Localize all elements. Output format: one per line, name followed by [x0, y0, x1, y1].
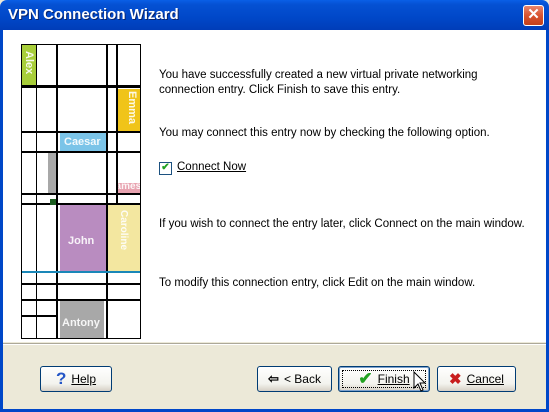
connect-option-text: You may connect this entry now by checki… [159, 127, 490, 139]
modify-text: To modify this connection entry, click E… [159, 277, 476, 289]
back-arrow-icon: ⇦ [268, 371, 279, 386]
art-line [22, 299, 140, 301]
art-line [36, 45, 37, 338]
connect-now-label[interactable]: Connect Now [177, 160, 246, 175]
art-line [22, 131, 140, 133]
art-line [22, 315, 58, 317]
art-block-dark [50, 199, 56, 205]
art-line [22, 85, 140, 88]
art-line [22, 151, 140, 153]
art-label-james: James [110, 181, 141, 192]
help-button[interactable]: ? Help [40, 366, 112, 392]
back-label: < Back [283, 372, 321, 386]
art-label-caroline: Caroline [118, 210, 129, 251]
title-bar[interactable]: VPN Connection Wizard ✕ [0, 0, 549, 30]
vpn-wizard-window: VPN Connection Wizard ✕ Alex Emma Caesar… [0, 0, 549, 412]
connect-later-text: If you wish to connect the entry later, … [159, 218, 525, 230]
art-line [106, 45, 108, 338]
cancel-label: Cancel [466, 372, 504, 386]
art-label-antony: Antony [62, 317, 100, 329]
mouse-pointer-icon [413, 371, 427, 392]
wizard-illustration: Alex Emma Caesar James John Caroline Ant… [21, 44, 141, 339]
close-icon[interactable]: ✕ [523, 5, 544, 26]
art-label-caesar: Caesar [64, 136, 101, 148]
art-label-alex: Alex [23, 51, 35, 75]
art-block-gray-small [48, 153, 56, 193]
art-label-john: John [68, 235, 95, 247]
connect-now-label-text: Connect Now [177, 161, 247, 173]
window-title: VPN Connection Wizard [8, 6, 179, 23]
connect-now-checkbox[interactable]: ✔ [159, 162, 172, 175]
x-icon: ✖ [449, 371, 462, 388]
back-button[interactable]: ⇦ < Back [257, 366, 332, 392]
art-line [56, 45, 58, 338]
help-label: Help [71, 372, 97, 386]
cancel-button[interactable]: ✖ Cancel [437, 366, 516, 392]
art-label-emma: Emma [126, 91, 138, 125]
art-line [22, 283, 140, 285]
art-line [22, 193, 140, 195]
art-line-blue [22, 271, 140, 273]
button-separator [3, 343, 546, 345]
art-line [22, 203, 140, 205]
help-icon: ? [55, 369, 67, 388]
art-line [116, 45, 118, 205]
success-text: You have successfully created a new virt… [159, 69, 478, 96]
